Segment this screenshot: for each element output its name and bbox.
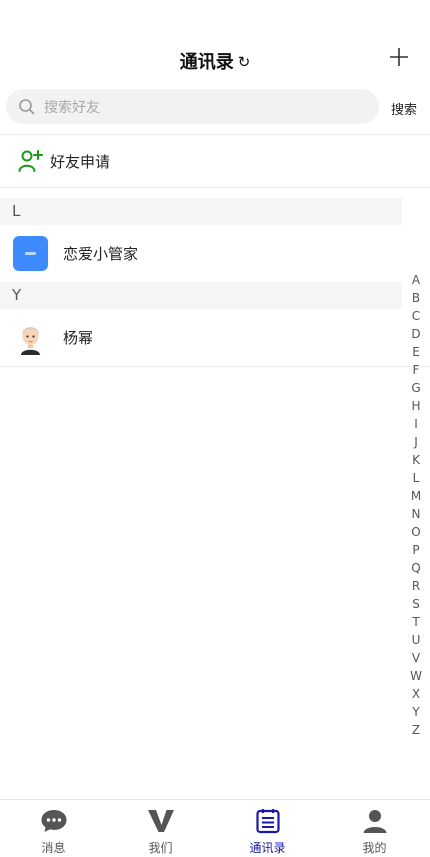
alphabet-letter[interactable]: N <box>404 505 428 523</box>
contact-item[interactable]: 恋爱小管家 <box>0 225 402 281</box>
page-title: 通讯录 <box>179 52 234 73</box>
person-icon <box>362 808 388 838</box>
alphabet-letter[interactable]: J <box>404 433 428 451</box>
alphabet-letter[interactable]: T <box>404 613 428 631</box>
contact-item[interactable]: 杨幂 <box>0 309 402 365</box>
alphabet-letter[interactable]: V <box>404 649 428 667</box>
alphabet-letter[interactable]: W <box>404 667 428 685</box>
search-button[interactable]: 搜索 <box>391 99 417 118</box>
divider <box>0 187 430 188</box>
section-header-y: Y <box>0 282 402 309</box>
alphabet-letter[interactable]: I <box>404 415 428 433</box>
alphabet-letter[interactable]: G <box>404 379 428 397</box>
alphabet-letter[interactable]: P <box>404 541 428 559</box>
divider <box>0 366 430 367</box>
contact-name: 恋爱小管家 <box>63 245 139 263</box>
avatar <box>13 236 48 271</box>
alphabet-index[interactable]: ABCDEFGHIJKLMNOPQRSTUVWXYZ <box>404 271 428 739</box>
tab-us[interactable]: 我们 <box>107 800 214 857</box>
chat-bubble-icon <box>40 808 68 838</box>
add-user-icon <box>18 149 44 177</box>
contacts-page: 通讯录↻ 搜索 好友申请 <box>0 0 430 857</box>
alphabet-letter[interactable]: M <box>404 487 428 505</box>
tab-label: 消息 <box>41 841 66 855</box>
alphabet-letter[interactable]: Q <box>404 559 428 577</box>
alphabet-letter[interactable]: B <box>404 289 428 307</box>
alphabet-letter[interactable]: Y <box>404 703 428 721</box>
tab-messages[interactable]: 消息 <box>0 800 107 857</box>
friend-request-label: 好友申请 <box>50 153 111 171</box>
alphabet-letter[interactable]: O <box>404 523 428 541</box>
alphabet-letter[interactable]: E <box>404 343 428 361</box>
avatar <box>13 320 48 355</box>
alphabet-letter[interactable]: X <box>404 685 428 703</box>
page-title-wrap: 通讯录 ↻ <box>0 48 430 74</box>
tab-me[interactable]: 我的 <box>321 800 428 857</box>
tab-bar: 消息 我们 通讯录 我的 <box>0 799 430 857</box>
alphabet-letter[interactable]: S <box>404 595 428 613</box>
alphabet-letter[interactable]: F <box>404 361 428 379</box>
alphabet-letter[interactable]: U <box>404 631 428 649</box>
add-button[interactable] <box>388 46 410 68</box>
header: 通讯录 ↻ <box>0 38 430 82</box>
plus-icon <box>390 48 408 66</box>
tab-label: 通讯录 <box>249 841 286 855</box>
app-logo-icon <box>25 252 36 255</box>
contacts-list-icon <box>255 808 281 838</box>
alphabet-letter[interactable]: D <box>404 325 428 343</box>
search-icon <box>18 98 36 120</box>
friend-request-row[interactable]: 好友申请 <box>0 135 430 187</box>
alphabet-letter[interactable]: L <box>404 469 428 487</box>
alphabet-letter[interactable]: K <box>404 451 428 469</box>
cartoon-avatar-icon <box>21 327 40 355</box>
refresh-icon[interactable]: ↻ <box>238 53 251 71</box>
search-input[interactable] <box>42 89 366 126</box>
alphabet-letter[interactable]: H <box>404 397 428 415</box>
v-logo-icon <box>147 808 175 838</box>
alphabet-letter[interactable]: R <box>404 577 428 595</box>
tab-label: 我的 <box>362 841 387 855</box>
alphabet-letter[interactable]: C <box>404 307 428 325</box>
tab-contacts[interactable]: 通讯录 <box>214 800 321 857</box>
tab-label: 我们 <box>148 841 173 855</box>
search-box <box>6 89 379 126</box>
alphabet-letter[interactable]: A <box>404 271 428 289</box>
alphabet-letter[interactable]: Z <box>404 721 428 739</box>
contact-name: 杨幂 <box>63 329 94 347</box>
section-header-l: L <box>0 198 402 225</box>
